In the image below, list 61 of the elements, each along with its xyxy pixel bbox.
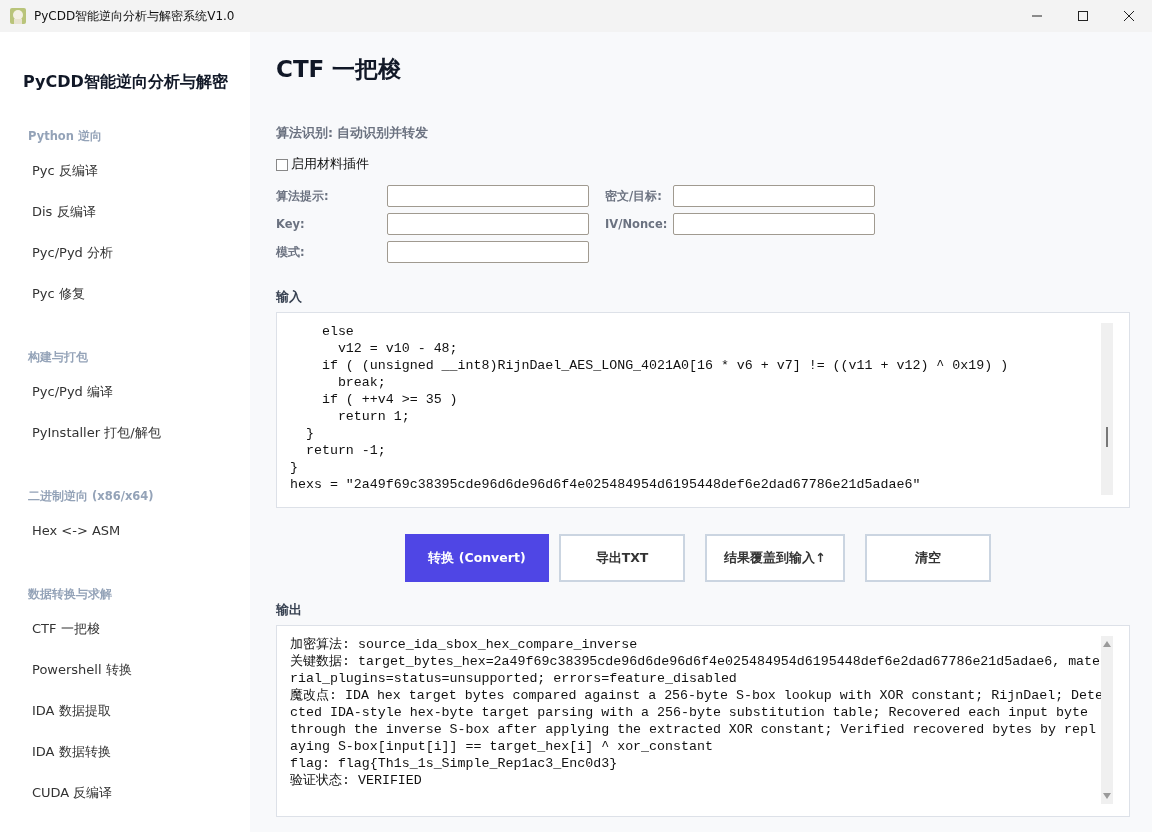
sidebar-item[interactable]: Powershell 转换	[28, 649, 250, 690]
section-heading: 数据转换与求解	[28, 587, 113, 602]
code-line: return -1;	[304, 442, 387, 459]
section-heading: 构建与打包	[28, 350, 89, 365]
action-button[interactable]: 结果覆盖到输入↑	[705, 534, 845, 582]
sidebar-item[interactable]: Pyc/Pyd 编译	[28, 371, 250, 412]
output-line: 验证状态: VERIFIED	[290, 772, 423, 789]
input-text-area[interactable]	[276, 312, 1130, 508]
code-line: else	[320, 323, 355, 340]
algorithm-status: 算法识别: 自动识别并转发	[276, 125, 429, 142]
field-label: IV/Nonce:	[604, 217, 669, 231]
scrollbar[interactable]	[1101, 323, 1113, 495]
input-field[interactable]	[387, 185, 589, 207]
output-line: 关键数据: target_bytes_hex=2a49f69c38395cde96d6de96d6f4e025484954d6195448def6e2dad67786e21d5adae6, material_plugins=status=unsupported; errors=feature_disabled	[290, 653, 1102, 687]
input-field[interactable]	[673, 213, 875, 235]
output-line: 加密算法: source_ida_sbox_hex_compare_inverse	[290, 636, 639, 653]
code-line: return 1;	[336, 408, 411, 425]
scroll-down-icon[interactable]	[1102, 792, 1112, 800]
action-button[interactable]: 清空	[865, 534, 991, 582]
code-line: }	[290, 459, 299, 476]
page-title: CTF 一把梭	[276, 55, 402, 84]
field-label: 密文/目标:	[604, 188, 663, 204]
field-label: 算法提示:	[276, 188, 330, 204]
output-text-area[interactable]	[276, 625, 1130, 817]
code-line: hexs = "2a49f69c38395cde96d6de96d6f4e025484954d6195448def6e2dad67786e21d5adae6"	[290, 476, 922, 493]
code-line: }	[304, 425, 315, 442]
section-label: 输出	[276, 602, 302, 619]
input-field[interactable]	[387, 241, 589, 263]
sidebar-item[interactable]: IDA 数据提取	[28, 690, 250, 731]
code-line: v12 = v10 - 48;	[336, 340, 459, 357]
checkbox-label: 启用材料插件	[291, 156, 369, 173]
window-title: PyCDD智能逆向分析与解密系统V1.0	[34, 7, 235, 25]
scrollbar[interactable]	[1101, 636, 1113, 804]
input-field[interactable]	[673, 185, 875, 207]
app-icon	[10, 8, 26, 24]
sidebar-item[interactable]: Dis 反编译	[28, 191, 250, 232]
scroll-up-icon[interactable]	[1102, 640, 1112, 648]
action-button[interactable]: 转换 (Convert)	[405, 534, 549, 582]
sidebar-item[interactable]: Pyc 修复	[28, 273, 250, 314]
sidebar-item[interactable]: Pyc/Pyd 分析	[28, 232, 250, 273]
section-heading: 二进制逆向 (x86/x64)	[28, 489, 155, 504]
output-line: flag: flag{Th1s_1s_Simple_Rep1ac3_Enc0d3}	[290, 755, 619, 772]
sidebar-item[interactable]: Pyc 反编译	[28, 150, 250, 191]
field-label: 模式:	[276, 244, 306, 260]
sidebar-item[interactable]: IDA 数据转换	[28, 731, 250, 772]
sidebar-item[interactable]: PyInstaller 打包/解包	[28, 412, 250, 453]
input-field[interactable]	[387, 213, 589, 235]
code-line: if ( (unsigned __int8)RijnDael_AES_LONG_4021A0[16 * v6 + v7] != ((v11 + v12) ^ 0x19) )	[320, 357, 1010, 374]
sidebar-item[interactable]: Hex <-> ASM	[28, 510, 250, 551]
section-heading: Python 逆向	[28, 129, 103, 144]
section-label: 输入	[276, 289, 302, 306]
app-title: PyCDD智能逆向分析与解密	[23, 72, 229, 93]
action-button[interactable]: 导出TXT	[559, 534, 685, 582]
sidebar-item[interactable]: CUDA 反编译	[28, 772, 250, 813]
maximize-icon[interactable]	[1078, 11, 1088, 21]
plugin-checkbox[interactable]	[276, 158, 288, 171]
code-line: if ( ++v4 >= 35 )	[320, 391, 459, 408]
code-line: break;	[336, 374, 387, 391]
close-icon[interactable]	[1124, 11, 1134, 21]
field-label: Key:	[276, 217, 306, 231]
sidebar-item[interactable]: CTF 一把梭	[28, 608, 250, 649]
